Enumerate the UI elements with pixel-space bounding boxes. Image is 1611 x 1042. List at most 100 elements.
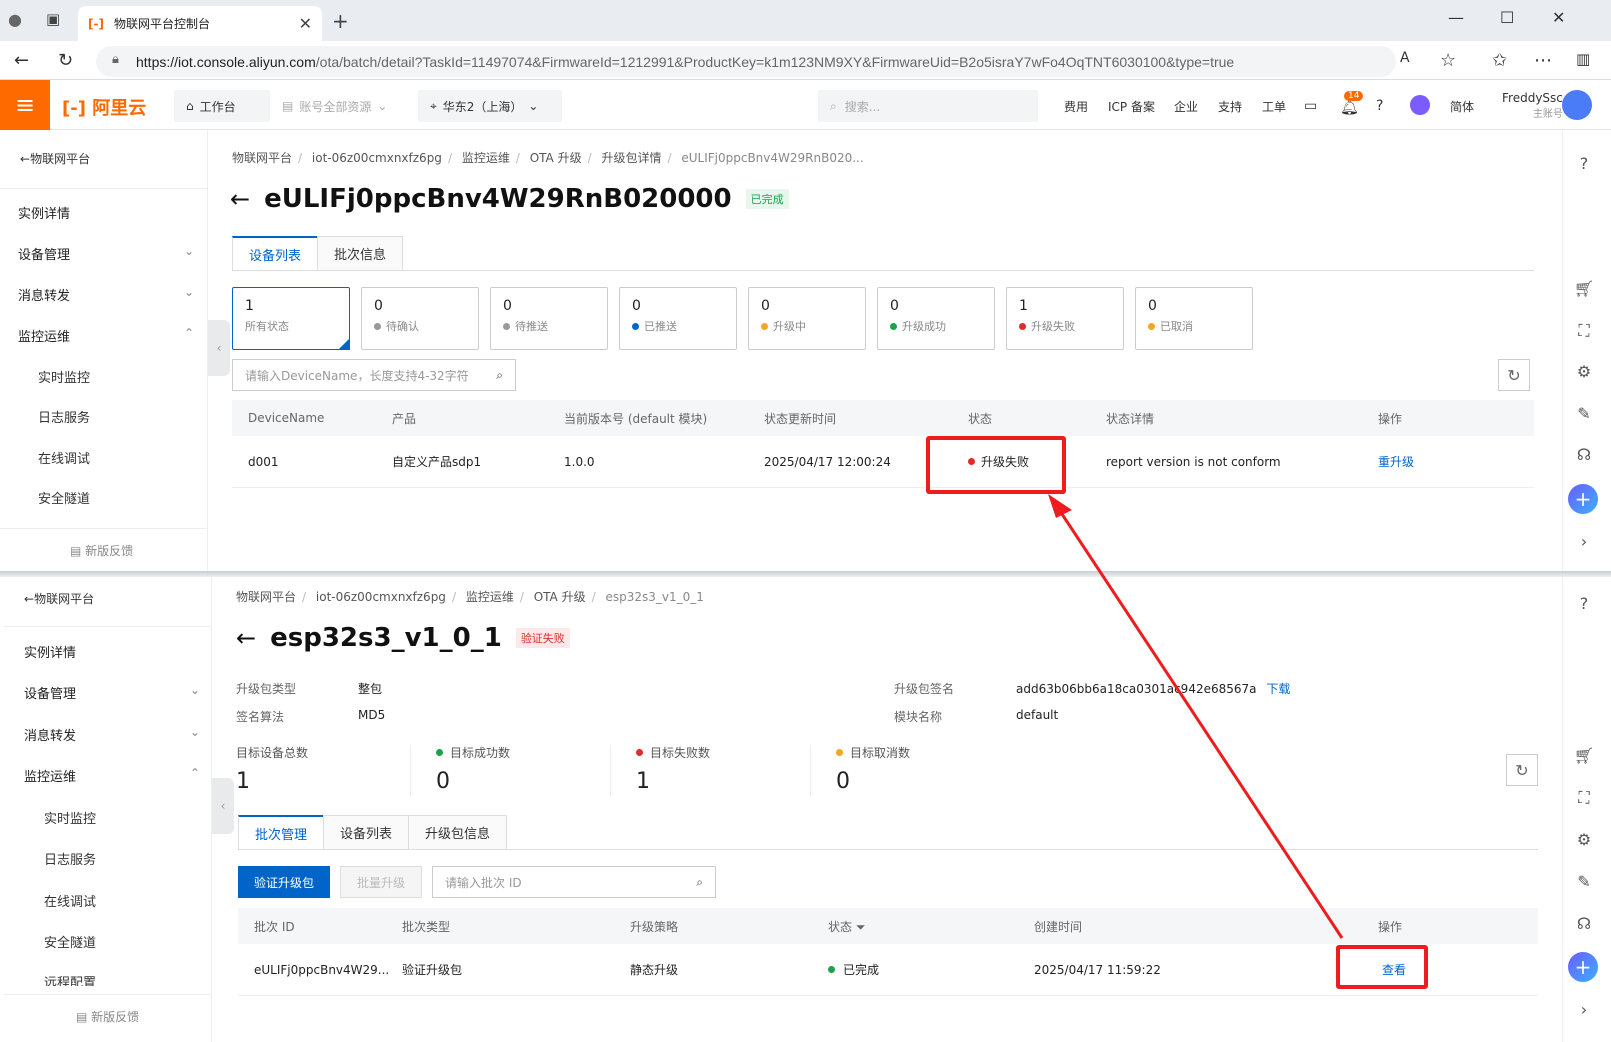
sidebar-item-device[interactable]: 设备管理 [24,683,76,702]
lock-icon[interactable]: 🔒︎ [112,52,119,67]
sidebar-sub-tunnel[interactable]: 安全隧道 [44,932,96,951]
global-search-input[interactable]: ⌕ 搜索... [818,90,1038,122]
refresh-button[interactable]: ↻ [1498,359,1530,391]
sidebar-sub-log[interactable]: 日志服务 [38,407,90,426]
sidebar-sub-remote-config[interactable]: 远程配置 [44,972,96,986]
chevron-down-icon[interactable]: ⌄ [190,683,200,697]
headset-icon[interactable]: ☊ [1572,914,1596,933]
status-card-upgrading[interactable]: 0 升级中 [748,287,866,350]
sidebar-item-instance[interactable]: 实例详情 [18,203,70,222]
more-icon[interactable]: ⋯ [1534,50,1552,71]
avatar[interactable] [1562,90,1592,120]
sidebar-sub-realtime[interactable]: 实时监控 [38,367,90,386]
region-dropdown[interactable]: ⌖ 华东2（上海） ⌄ [418,90,562,122]
browser-tab[interactable]: [-] 物联网平台控制台 ✕ [78,6,322,41]
edit-icon[interactable]: ✎ [1572,872,1596,891]
sidebar-back-link[interactable]: ←物联网平台 [24,590,94,607]
feedback-link[interactable]: ▤ 新版反馈 [70,542,133,559]
sidebar-collapse-handle[interactable]: ‹ [208,320,230,376]
nav-ticket[interactable]: 工单 [1262,98,1286,115]
reupgrade-link[interactable]: 重升级 [1378,453,1414,470]
aliyun-logo[interactable]: [-] 阿里云 [62,94,146,120]
feedback-link[interactable]: ▤ 新版反馈 [76,1008,139,1025]
minimize-icon[interactable]: — [1448,8,1464,27]
sidebar-sub-tunnel[interactable]: 安全隧道 [38,488,90,507]
status-card-pushed[interactable]: 0 已推送 [619,287,737,350]
crumb-instance[interactable]: iot-06z00cmxnxfz6pg [316,590,446,604]
cart-icon[interactable]: 🛒︎ [1572,279,1596,298]
sidebar-item-monitor[interactable]: 监控运维 [24,766,76,785]
sidebar-item-message[interactable]: 消息转发 [24,725,76,744]
filter-icon[interactable]: ⏷ [856,920,866,934]
sidebar-item-monitor[interactable]: 监控运维 [18,326,70,345]
chevron-up-icon[interactable]: ⌃ [184,326,194,340]
chevron-right-icon[interactable]: › [1572,532,1596,551]
reload-icon[interactable]: ↻ [58,50,73,71]
nav-fees[interactable]: 费用 [1064,98,1088,115]
nav-enterprise[interactable]: 企业 [1174,98,1198,115]
fullscreen-icon[interactable]: ⛶ [1572,788,1596,808]
search-icon[interactable]: ⌕ [696,875,703,890]
resources-dropdown[interactable]: ▤ 账号全部资源 ⌄ [270,90,400,122]
crumb-iot[interactable]: 物联网平台 [236,590,296,604]
plus-assistant-icon[interactable]: + [1568,952,1598,982]
status-card-pending-confirm[interactable]: 0 待确认 [361,287,479,350]
sidebar-toggle-icon[interactable]: ▥ [1576,50,1590,68]
crumb-ota[interactable]: OTA 升级 [534,590,586,604]
tab-batch-manage[interactable]: 批次管理 [238,815,325,849]
tab-actions-icon[interactable]: ▣ [46,10,60,28]
tab-device-list[interactable]: 设备列表 [323,815,410,849]
headset-icon[interactable]: ☊ [1572,445,1596,464]
status-card-success[interactable]: 0 升级成功 [877,287,995,350]
user-menu[interactable]: FreddySsc 主账号 [1502,91,1563,120]
status-card-all[interactable]: 1 所有状态 [232,287,350,350]
settings-gear-icon[interactable]: ⚙ [1572,830,1596,849]
nav-support[interactable]: 支持 [1218,98,1242,115]
sidebar-sub-debug[interactable]: 在线调试 [44,891,96,910]
sidebar-collapse-handle[interactable]: ‹ [212,778,234,834]
plus-assistant-icon[interactable]: + [1568,484,1598,514]
device-search-input[interactable]: 请输入DeviceName，长度支持4-32字符 ⌕ [232,359,516,391]
batch-upgrade-button[interactable]: 批量升级 [340,866,422,898]
sidebar-item-device[interactable]: 设备管理 [18,244,70,263]
cloud-shell-icon[interactable]: ▭ [1304,98,1317,114]
chevron-up-icon[interactable]: ⌃ [190,766,200,780]
tab-package-info[interactable]: 升级包信息 [408,815,508,849]
chevron-down-icon[interactable]: ⌄ [184,244,194,258]
batch-search-input[interactable]: 请输入批次 ID ⌕ [432,866,716,898]
back-icon[interactable]: ← [14,50,29,71]
help-circle-icon[interactable]: ? [1572,154,1596,173]
favorite-star-icon[interactable]: ☆ [1440,50,1456,71]
crumb-iot[interactable]: 物联网平台 [232,151,292,165]
close-window-icon[interactable]: ✕ [1552,8,1565,27]
chevron-right-icon[interactable]: › [1572,1000,1596,1019]
edit-icon[interactable]: ✎ [1572,404,1596,423]
crumb-monitor[interactable]: 监控运维 [462,151,510,165]
fullscreen-icon[interactable]: ⛶ [1572,321,1596,341]
sidebar-sub-realtime[interactable]: 实时监控 [44,808,96,827]
crumb-package[interactable]: 升级包详情 [601,151,661,165]
sidebar-sub-log[interactable]: 日志服务 [44,849,96,868]
crumb-instance[interactable]: iot-06z00cmxnxfz6pg [312,151,442,165]
sidebar-item-message[interactable]: 消息转发 [18,285,70,304]
search-icon[interactable]: ⌕ [496,368,503,383]
refresh-button[interactable]: ↻ [1506,754,1538,786]
download-link[interactable]: 下载 [1266,682,1290,696]
crumb-ota[interactable]: OTA 升级 [530,151,582,165]
maximize-icon[interactable]: ☐ [1500,8,1514,27]
status-card-cancelled[interactable]: 0 已取消 [1135,287,1253,350]
favorites-icon[interactable]: ✩ [1492,50,1507,71]
profile-icon[interactable]: ● [8,10,22,29]
back-arrow-icon[interactable]: ← [236,624,256,652]
workbench-button[interactable]: ⌂ 工作台 [174,90,270,122]
chevron-down-icon[interactable]: ⌄ [184,285,194,299]
sidebar-item-instance[interactable]: 实例详情 [24,642,76,661]
tab-batch-info[interactable]: 批次信息 [317,236,404,270]
crumb-monitor[interactable]: 监控运维 [466,590,514,604]
status-card-pending-push[interactable]: 0 待推送 [490,287,608,350]
tab-close-icon[interactable]: ✕ [299,14,312,33]
cart-icon[interactable]: 🛒︎ [1572,746,1596,765]
nav-icp[interactable]: ICP 备案 [1108,98,1155,115]
language-switch[interactable]: 简体 [1450,98,1474,115]
new-tab-icon[interactable]: + [332,9,349,33]
